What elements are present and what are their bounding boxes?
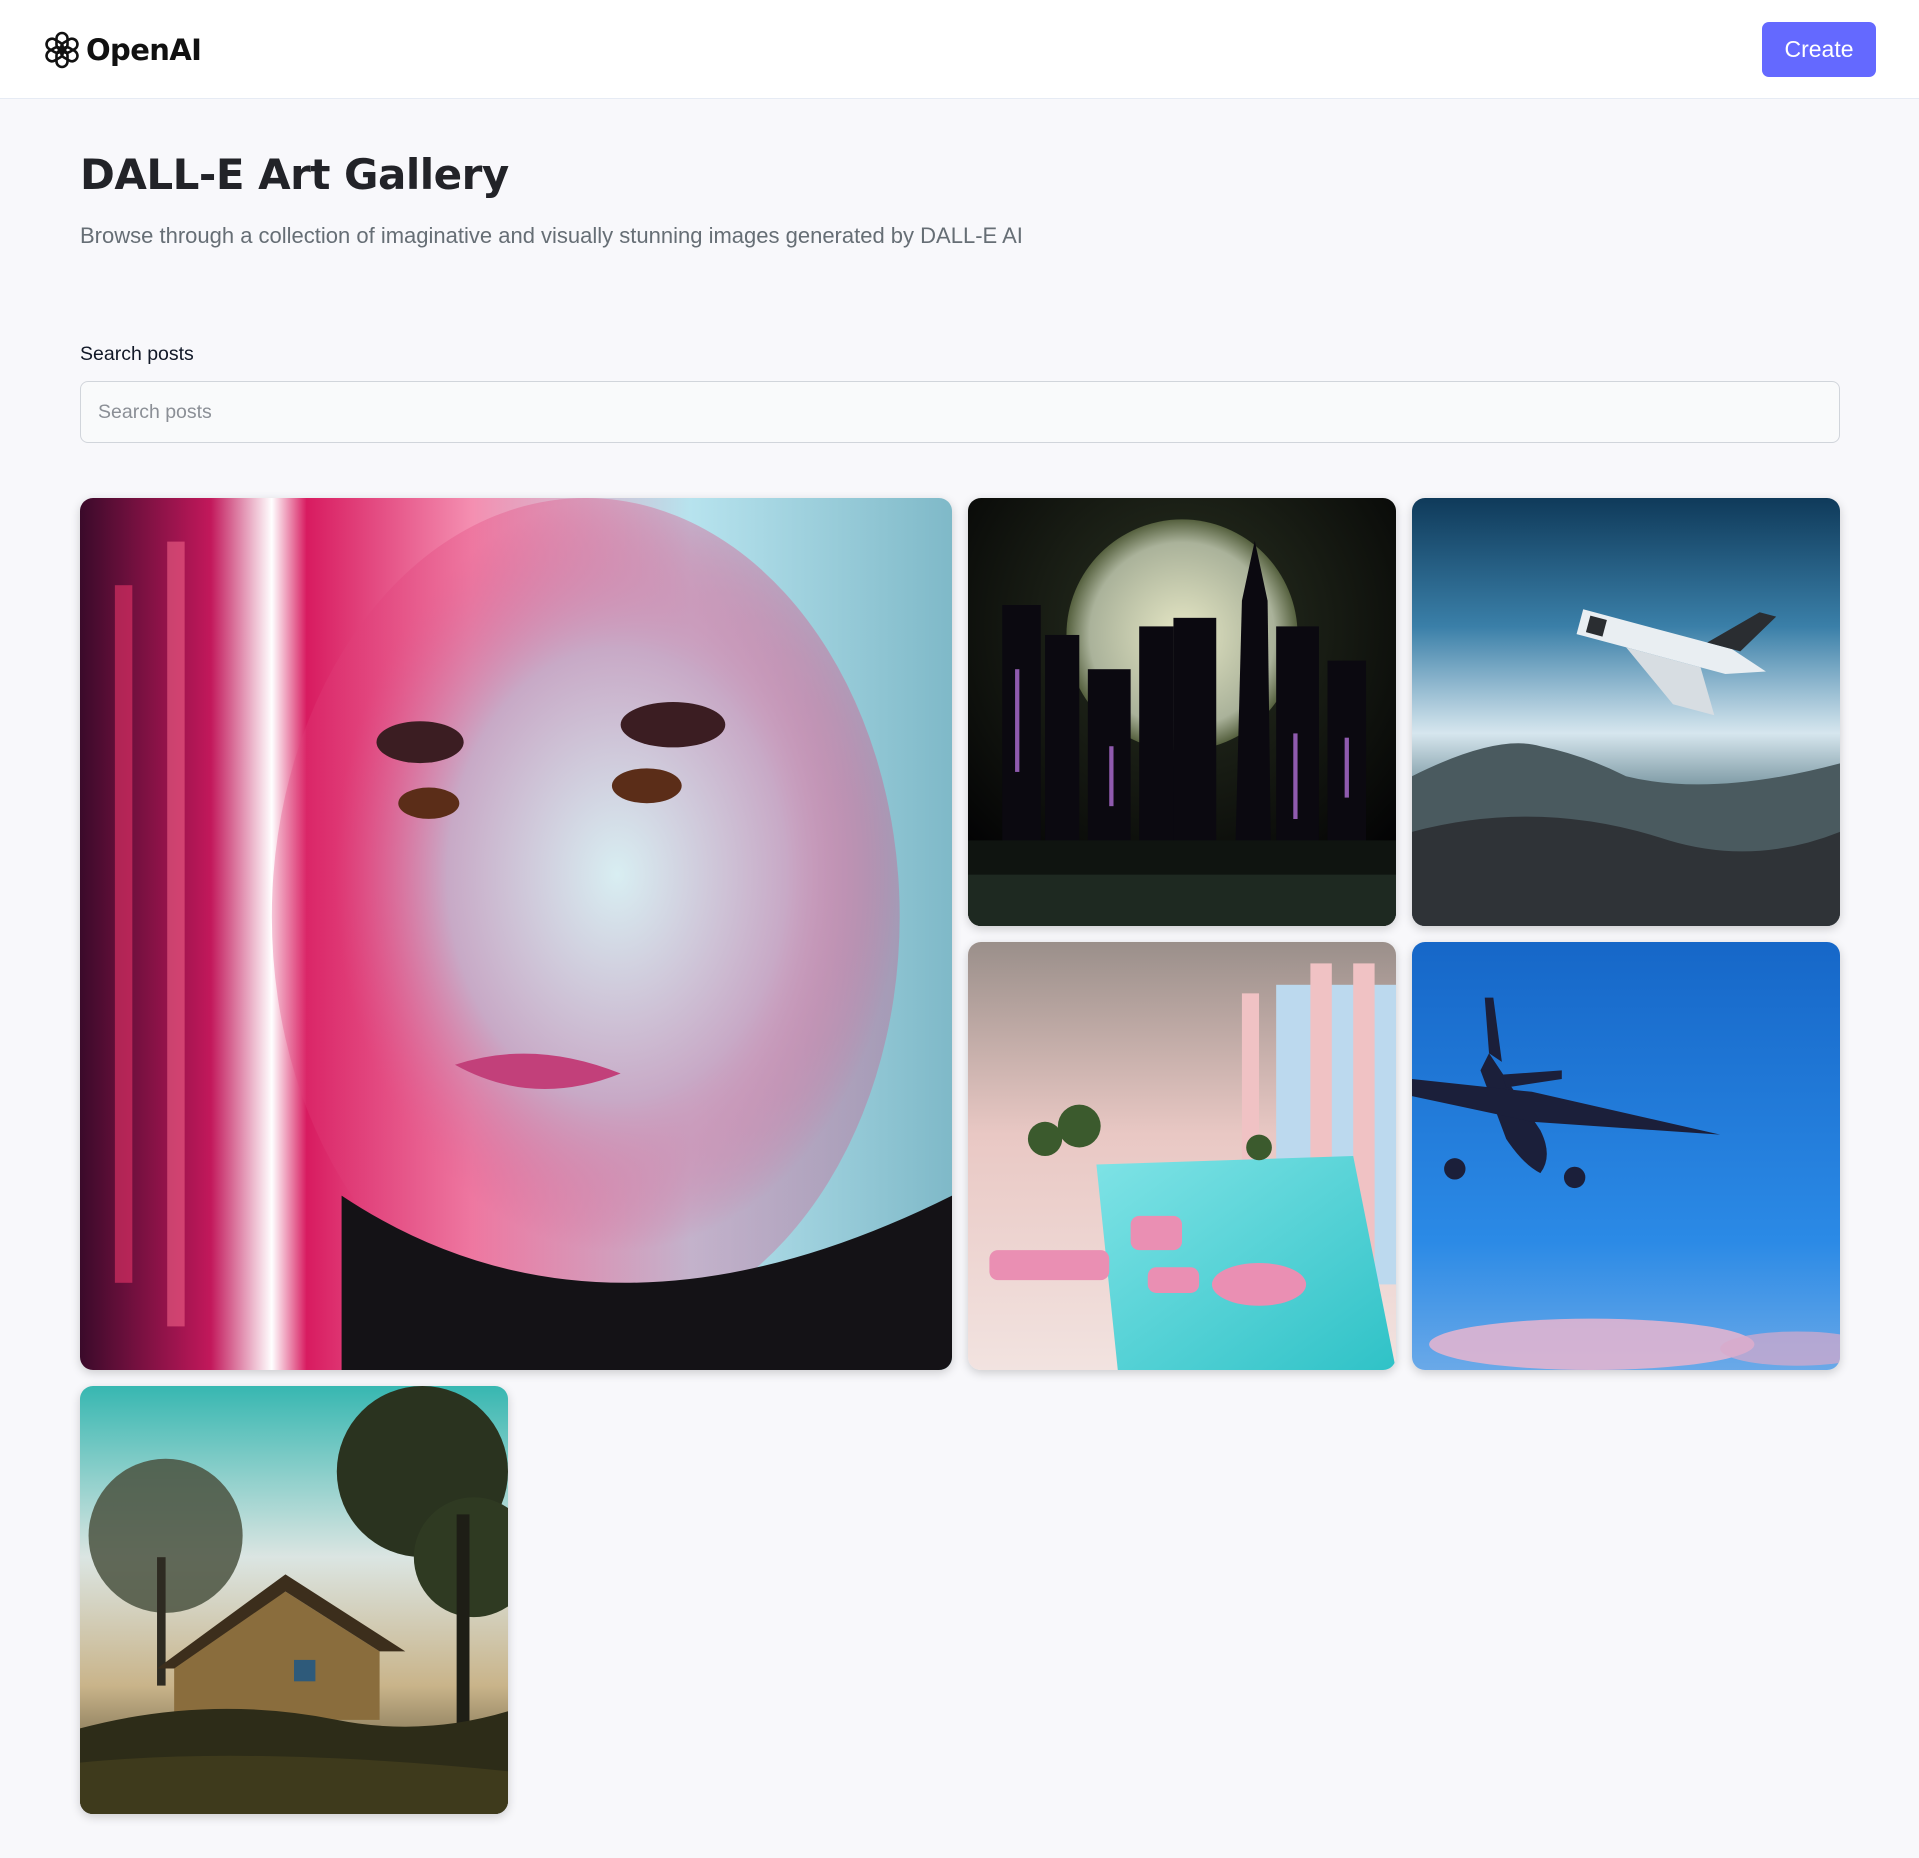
create-button[interactable]: Create bbox=[1762, 22, 1876, 77]
pink-poolside-lounge-image bbox=[968, 942, 1396, 1370]
moonlit-city-skyline-image bbox=[968, 498, 1396, 926]
page-title: DALL-E Art Gallery bbox=[80, 150, 509, 199]
search-label: Search posts bbox=[80, 343, 194, 365]
openai-logo[interactable]: OpenAI bbox=[42, 28, 202, 72]
gallery-card[interactable] bbox=[1412, 498, 1840, 926]
gallery-card[interactable] bbox=[80, 498, 952, 1370]
gallery-card[interactable] bbox=[968, 942, 1396, 1370]
gallery-card[interactable] bbox=[1412, 942, 1840, 1370]
airplane-blue-sky-image bbox=[1412, 942, 1840, 1370]
openai-logo-icon bbox=[45, 31, 79, 69]
brand-name: OpenAI bbox=[86, 33, 202, 67]
neon-portrait-woman-image bbox=[80, 498, 952, 1370]
space-shuttle-over-city-image bbox=[1412, 498, 1840, 926]
gallery-card[interactable] bbox=[80, 1386, 508, 1814]
hilltop-house-trees-image bbox=[80, 1386, 508, 1814]
page-subtitle: Browse through a collection of imaginati… bbox=[80, 223, 1023, 248]
gallery-card[interactable] bbox=[968, 498, 1396, 926]
search-input[interactable] bbox=[80, 381, 1840, 443]
top-navbar: OpenAI Create bbox=[0, 0, 1919, 99]
